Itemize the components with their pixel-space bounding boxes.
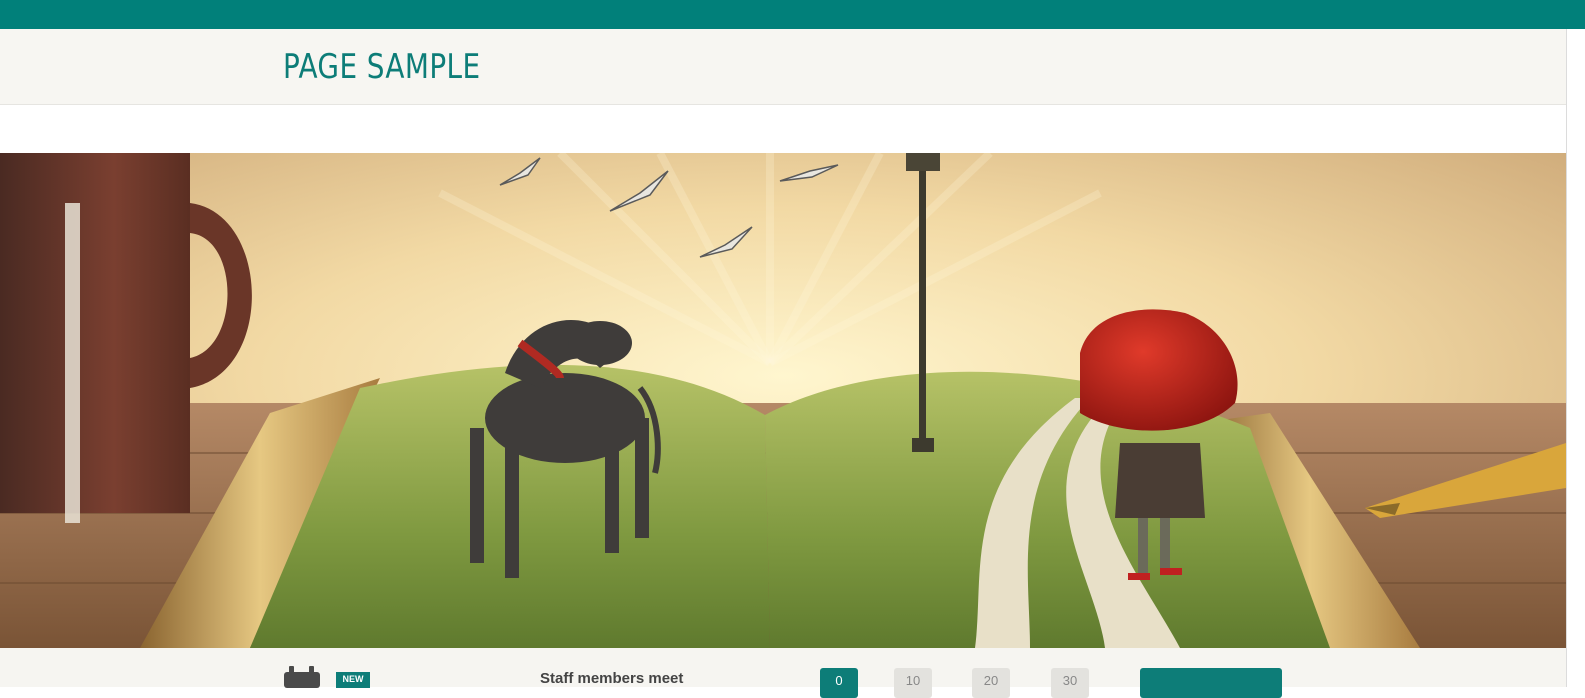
calendar-icon (284, 666, 320, 688)
page-scrollbar[interactable] (1566, 29, 1585, 687)
site-header (0, 29, 1566, 105)
counter-box[interactable]: 30 (1051, 668, 1089, 698)
page-title: PAGE SAMPLE (283, 47, 481, 87)
hero-banner (0, 153, 1566, 648)
counter-box[interactable]: 20 (972, 668, 1010, 698)
counter-box[interactable]: 10 (894, 668, 932, 698)
cta-button[interactable] (1140, 668, 1282, 698)
top-bar (0, 0, 1585, 29)
new-badge: NEW (336, 672, 370, 688)
hero-illustration (0, 153, 1566, 648)
footer-strip (0, 648, 1585, 687)
staff-heading: Staff members meet (540, 670, 684, 687)
counter-box[interactable]: 0 (820, 668, 858, 698)
